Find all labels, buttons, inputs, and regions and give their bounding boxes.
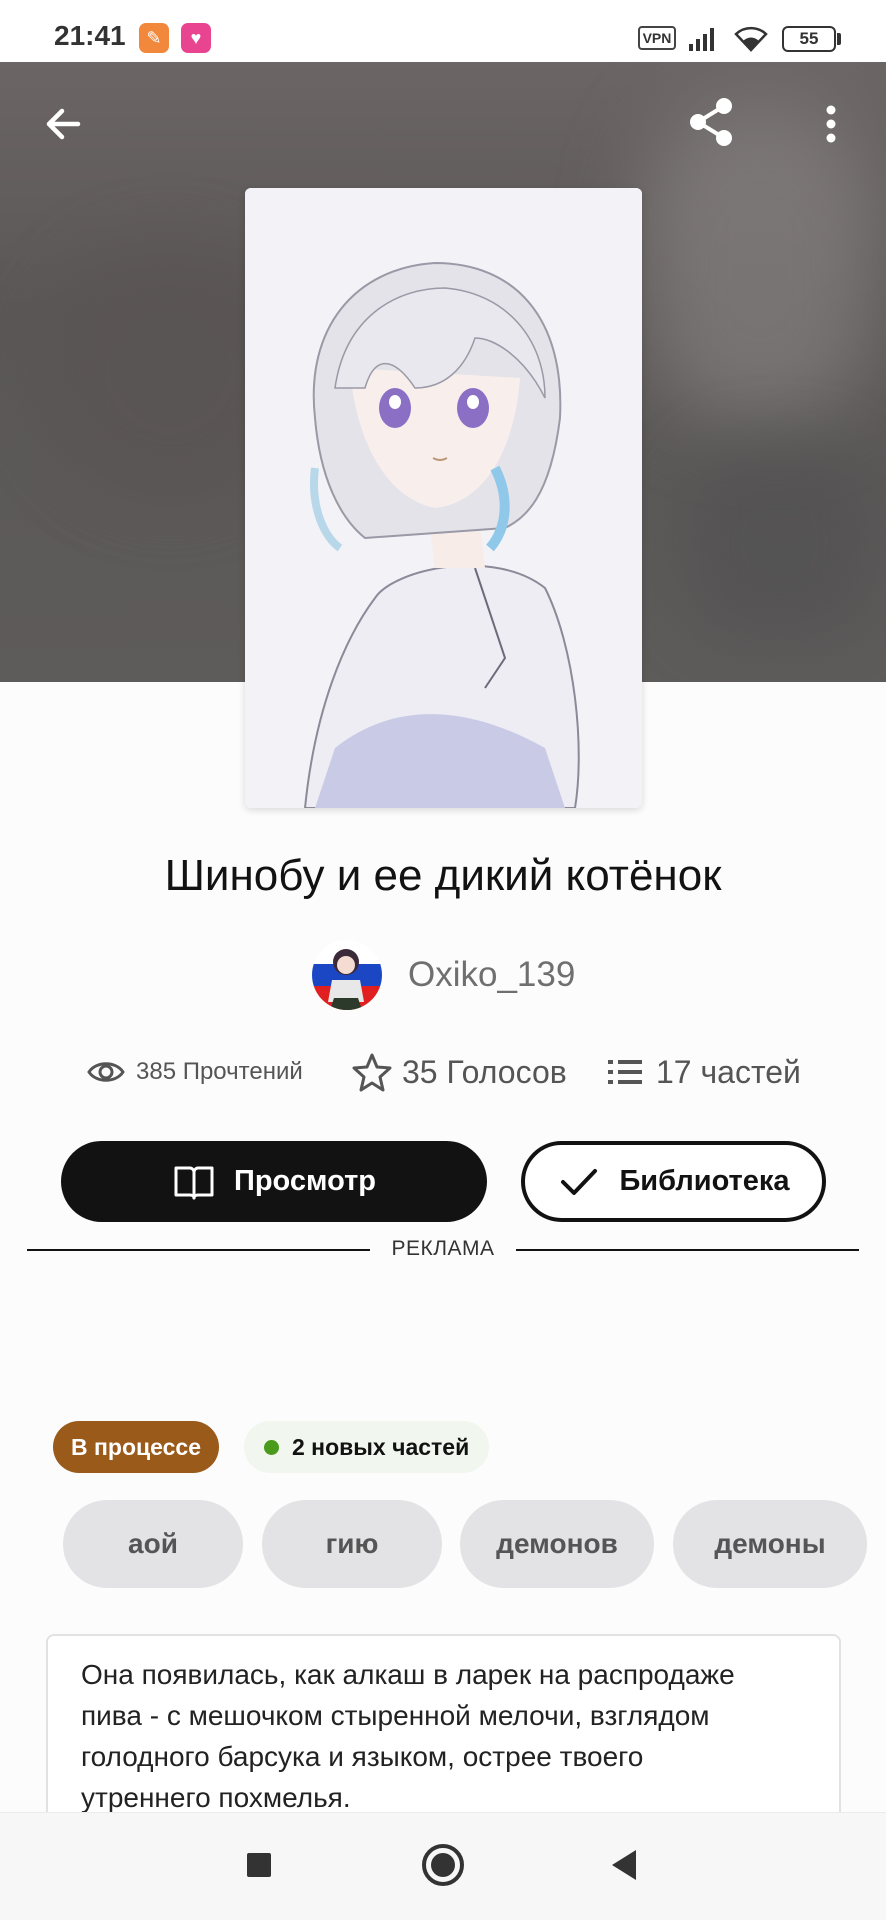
read-button[interactable]: Просмотр <box>61 1141 487 1222</box>
book-icon <box>174 1166 214 1199</box>
tag-chip[interactable]: демонов <box>460 1500 654 1588</box>
reads-stat: 385 Прочтений <box>86 1048 303 1096</box>
vpn-icon: VPN <box>638 26 676 50</box>
library-button-label: Библиотека <box>619 1165 790 1197</box>
tag-chip[interactable]: гию <box>262 1500 442 1588</box>
status-time: 21:41 <box>54 20 126 51</box>
tags-row: аой гию демонов демоны <box>0 1500 886 1590</box>
author-name[interactable]: Oxiko_139 <box>408 955 575 995</box>
star-icon <box>352 1053 392 1092</box>
wifi-icon <box>734 26 768 52</box>
new-parts-badge: 2 новых частей <box>244 1421 490 1473</box>
battery-tip <box>837 33 841 45</box>
reads-count: 385 Прочтений <box>136 1058 303 1085</box>
story-cover[interactable] <box>245 188 642 808</box>
status-bar: 21:41 ✎ ♥ VPN 55 <box>0 0 886 62</box>
description-line: Она появилась, как алкаш в ларек на расп… <box>81 1659 735 1690</box>
cover-illustration <box>245 188 642 808</box>
tag-chip[interactable]: демоны <box>673 1500 867 1588</box>
notification-app-icon: ✎ <box>139 23 169 53</box>
arrow-left-icon[interactable] <box>34 92 94 152</box>
library-button[interactable]: Библиотека <box>521 1141 826 1222</box>
new-indicator-dot <box>264 1439 279 1455</box>
story-title: Шинобу и ее дикий котёнок <box>164 851 722 900</box>
list-icon <box>608 1060 642 1084</box>
ad-divider-right <box>516 1249 859 1251</box>
author-link[interactable]: Oxiko_139 <box>312 940 575 1010</box>
read-button-label: Просмотр <box>234 1165 376 1197</box>
notification-app-icon: ♥ <box>181 23 211 53</box>
more-vertical-icon[interactable] <box>812 92 872 152</box>
ad-divider-left <box>27 1249 370 1251</box>
description-line: голодного барсука и языком, острее твоег… <box>81 1741 644 1772</box>
story-description: Она появилась, как алкаш в ларек на расп… <box>81 1654 821 1818</box>
avatar[interactable] <box>312 940 382 1010</box>
home-icon[interactable] <box>418 1840 468 1890</box>
tag-chip[interactable]: аой <box>63 1500 243 1588</box>
votes-count: 35 Голосов <box>402 1053 567 1090</box>
recents-icon[interactable] <box>234 1840 284 1890</box>
share-icon[interactable] <box>682 92 742 152</box>
description-line: пива - с мешочком стыренной мелочи, взгл… <box>81 1700 710 1731</box>
eye-icon <box>87 1062 125 1082</box>
parts-stat: 17 частей <box>606 1048 801 1096</box>
status-badge: В процессе <box>53 1421 219 1473</box>
back-triangle-icon[interactable] <box>600 1840 650 1890</box>
ad-label: РЕКЛАМА <box>391 1237 495 1260</box>
parts-count: 17 частей <box>656 1053 801 1090</box>
battery-icon: 55 <box>782 26 836 52</box>
check-icon <box>561 1168 598 1195</box>
votes-stat: 35 Голосов <box>352 1048 567 1096</box>
new-parts-label: 2 новых частей <box>292 1433 470 1460</box>
signal-icon <box>689 28 714 51</box>
